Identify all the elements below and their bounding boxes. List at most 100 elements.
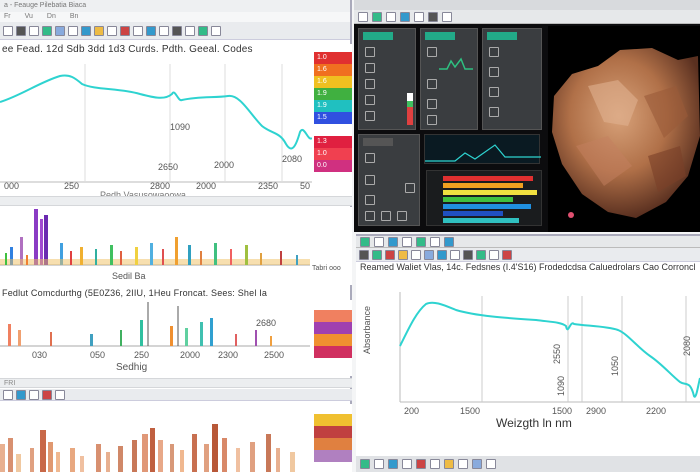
icon[interactable] [29,389,39,400]
control-knob[interactable] [365,47,375,57]
icon[interactable] [398,249,408,260]
icon[interactable] [16,389,26,400]
legend-item[interactable] [314,438,352,450]
menu-file[interactable]: Fr [4,12,11,22]
icon[interactable] [463,249,473,260]
icon[interactable] [414,11,424,22]
icon[interactable] [476,249,486,260]
control-knob[interactable] [427,79,437,89]
help-icon[interactable] [211,25,221,36]
export-icon[interactable] [107,25,117,36]
icon[interactable] [416,459,426,469]
legend-item[interactable]: 1.9 [314,100,352,112]
control-knob[interactable] [365,79,375,89]
icon[interactable] [502,249,512,260]
icon[interactable] [411,249,421,260]
legend-item[interactable] [314,322,352,334]
icon[interactable] [386,11,396,22]
icon[interactable] [424,249,434,260]
legend-item[interactable]: 1.0 [314,148,352,160]
legend-item[interactable]: 1.5 [314,112,352,124]
legend-item[interactable] [314,414,352,426]
legend-item[interactable]: 1.3 [314,136,352,148]
icon[interactable] [444,459,454,469]
sample-marker[interactable] [568,212,574,218]
control-knob[interactable] [427,115,437,125]
control-knob[interactable] [365,153,375,163]
icon[interactable] [400,11,410,22]
control-knob[interactable] [489,47,499,57]
icon[interactable] [374,236,384,247]
icon[interactable] [444,236,454,247]
overlay-icon[interactable] [146,25,156,36]
fit-icon[interactable] [198,25,208,36]
legend-item[interactable] [314,450,352,462]
baseline-icon[interactable] [94,25,104,36]
legend-item[interactable] [314,426,352,438]
icon[interactable] [486,459,496,469]
marker-icon[interactable] [120,25,130,36]
menu-view[interactable]: Vu [25,12,33,22]
icon[interactable] [472,459,482,469]
control-knob[interactable] [489,107,499,117]
legend-item[interactable]: 1.6 [314,64,352,76]
legend-item[interactable]: 0.0 [314,160,352,172]
open-icon[interactable] [3,25,13,36]
histogram-plot[interactable] [0,404,312,472]
control-knob[interactable] [365,195,375,205]
spectrum-plot[interactable] [0,54,312,194]
icon[interactable] [430,236,440,247]
icon[interactable] [42,389,52,400]
right-spectrum-plot[interactable] [356,286,700,406]
icon[interactable] [372,11,382,22]
icon[interactable] [388,236,398,247]
icon[interactable] [360,236,370,247]
zoom-icon[interactable] [55,25,65,36]
control-knob[interactable] [365,175,375,185]
icon[interactable] [416,236,426,247]
control-knob[interactable] [397,211,407,221]
icon[interactable] [458,459,468,469]
control-knob[interactable] [365,211,375,221]
icon[interactable] [402,236,412,247]
peak-icon[interactable] [81,25,91,36]
legend-item[interactable] [314,310,352,322]
icon[interactable] [402,459,412,469]
icon[interactable] [388,459,398,469]
peaks-plot[interactable] [0,207,310,269]
legend-item[interactable]: 1.6 [314,76,352,88]
legend-item[interactable]: 1.0 [314,52,352,64]
icon[interactable] [360,459,370,469]
icon[interactable] [358,11,368,22]
ruler-icon[interactable] [185,25,195,36]
icon[interactable] [430,459,440,469]
save-icon[interactable] [16,25,26,36]
icon[interactable] [437,249,447,260]
control-knob[interactable] [365,95,375,105]
control-knob[interactable] [427,99,437,109]
icon[interactable] [359,249,369,260]
chart-icon[interactable] [42,25,52,36]
icon[interactable] [374,459,384,469]
icon[interactable] [385,249,395,260]
icon[interactable] [450,249,460,260]
control-knob[interactable] [489,67,499,77]
menu-data[interactable]: Dn [47,12,56,22]
icon[interactable] [442,11,452,22]
grid-icon[interactable] [68,25,78,36]
legend-item[interactable]: 1.9 [314,88,352,100]
control-knob[interactable] [381,211,391,221]
icon[interactable] [428,11,438,22]
icon[interactable] [3,389,13,400]
control-knob[interactable] [489,87,499,97]
control-knob[interactable] [365,111,375,121]
menu-tools[interactable]: Bn [70,12,79,22]
legend-item[interactable] [314,346,352,358]
control-knob[interactable] [365,63,375,73]
control-knob[interactable] [427,47,437,57]
settings-icon[interactable] [133,25,143,36]
icon[interactable] [55,389,65,400]
icon[interactable] [489,249,499,260]
cursor-icon[interactable] [172,25,182,36]
control-knob[interactable] [405,183,415,193]
